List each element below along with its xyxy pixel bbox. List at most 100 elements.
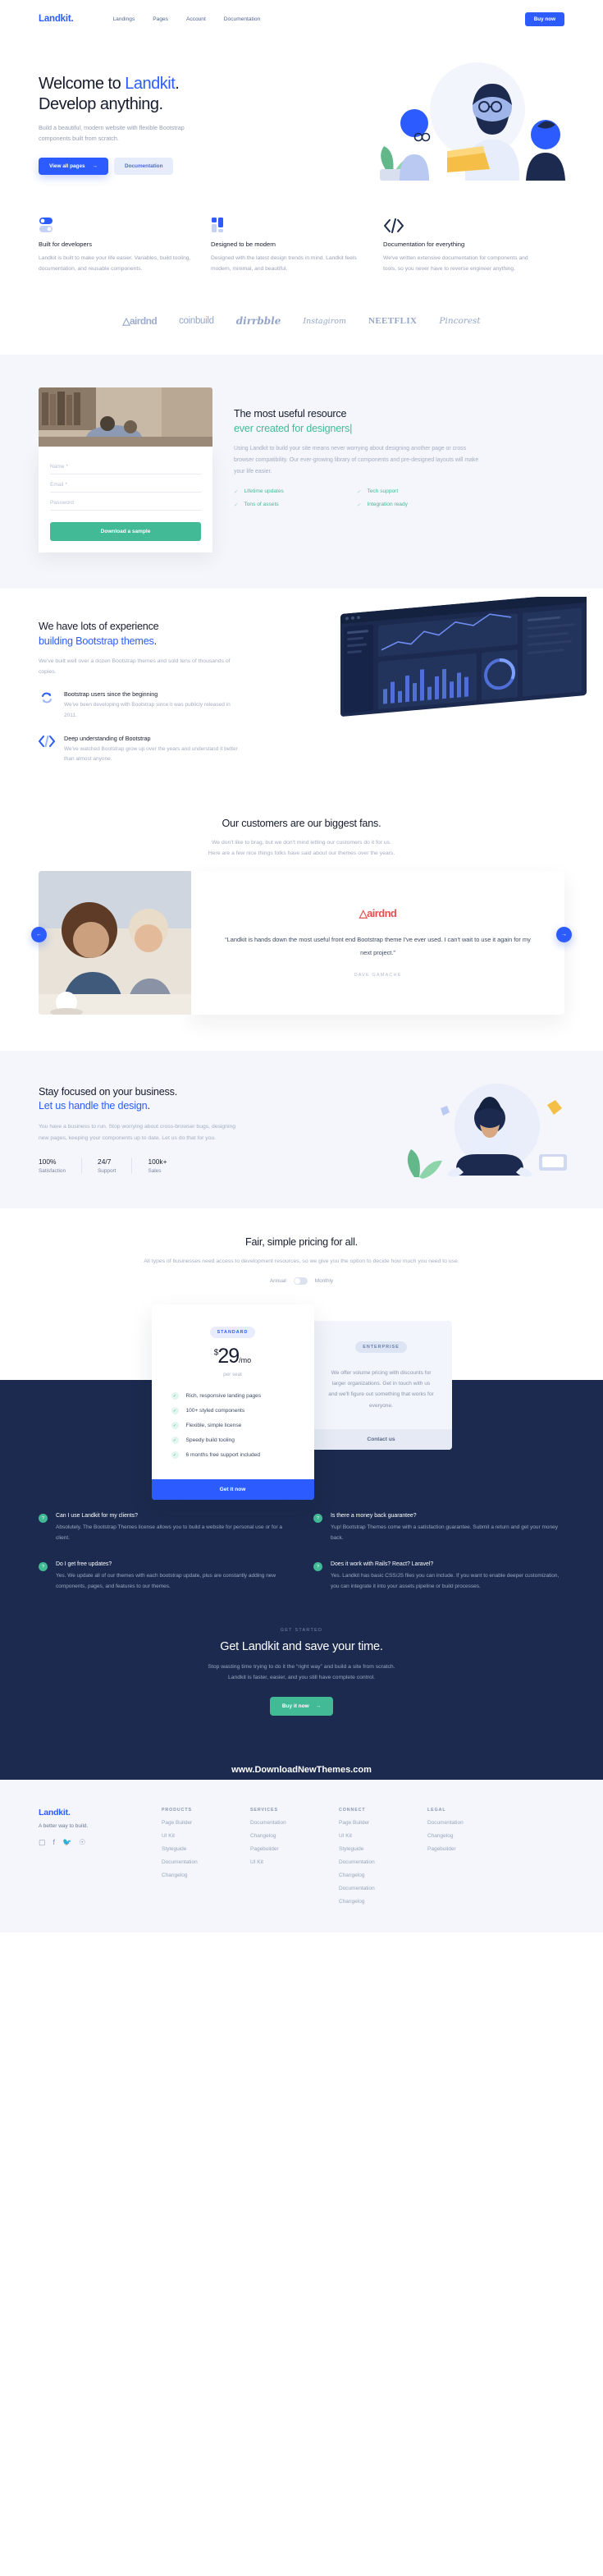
nav-link-documentation[interactable]: Documentation [224,16,260,22]
footer-link[interactable]: Documentation [339,1859,427,1865]
resource-check-list: ✓ Lifetime updates ✓ Tech support ✓ Tons of… [234,488,480,515]
stat-value: 24/7 [98,1157,112,1166]
pinterest-icon[interactable]: ☉ [79,1838,85,1847]
carousel-next-button[interactable]: → [556,926,572,942]
buy-it-now-button[interactable]: Buy it now → [269,1696,334,1716]
get-it-now-button[interactable]: Get it now [151,1479,314,1501]
check-icon: ✓ [234,488,239,495]
experience-item-title: Bootstrap users since the beginning [64,690,158,699]
footer-link[interactable]: Page Builder [339,1820,427,1826]
footer-link[interactable]: UI Kit [162,1833,250,1839]
experience-heading-line2: building Bootstrap themes [39,635,154,647]
contact-us-button[interactable]: Contact us [310,1428,452,1450]
footer-link[interactable]: Documentation [250,1820,339,1826]
experience-body: We've built well over a dozen Bootstrap … [39,658,231,676]
faq-grid: ? Can I use Landkit for my clients? Abso… [39,1513,564,1610]
check-icon: ✓ [171,1392,179,1400]
logo-pincorest: Pincorest [439,316,481,327]
name-field[interactable]: Name * [50,456,201,475]
feature-card-developers: Built for developers Landkit is built to… [39,215,193,274]
footer-link[interactable]: Documentation [427,1820,516,1826]
cta-body-line1: Stop wasting time trying to do it the “r… [208,1664,395,1671]
hero-section: Welcome to Landkit. Develop anything. Bu… [0,38,603,181]
check-item: ✓ Tons of assets [234,502,279,508]
footer-link[interactable]: Pagebuilder [427,1846,516,1852]
code-brackets-icon [39,735,55,765]
testimonials-heading: Our customers are our biggest fans. [222,818,381,830]
carousel-prev-button[interactable]: ← [31,926,47,942]
faq-item: ? Can I use Landkit for my clients? Abso… [39,1513,289,1543]
documentation-button[interactable]: Documentation [113,157,174,175]
stats-row: 100% Satisfaction 24/7 Support 100k+ Sal… [39,1157,232,1174]
price-amount: 29 [217,1345,240,1368]
page-root: Landkit. Landings Pages Account Document… [0,0,603,1932]
footer-link[interactable]: Styleguide [339,1846,427,1852]
footer-link[interactable]: UI Kit [339,1833,427,1839]
nav-link-landings[interactable]: Landings [113,16,135,22]
testimonials-subtitle-line2: Here are a few nice things folks have sa… [208,850,395,857]
focus-body: You have a business to run. Stop worryin… [39,1124,236,1141]
pricing-subtitle: All types of businesses need access to d… [144,1258,459,1264]
password-field[interactable]: Password [50,493,201,511]
feature-title: Built for developers [39,241,93,248]
focus-copy: Stay focused on your business. Let us ha… [0,1085,271,1174]
footer-link[interactable]: Documentation [162,1859,250,1865]
footer-link[interactable]: Changelog [427,1833,516,1839]
cta-heading: Get Landkit and save your time. [220,1640,383,1654]
question-mark-icon: ? [313,1562,322,1572]
footer-link[interactable]: Changelog [339,1899,427,1904]
hero-illustration [342,59,588,182]
footer-link[interactable]: Documentation [339,1886,427,1891]
billing-annual-label: Annual [269,1278,286,1285]
check-icon: ✓ [171,1422,179,1430]
footer-link[interactable]: Changelog [250,1833,339,1839]
client-logo-strip: △airdnd coinbuild dirrbble Instagirom NE… [0,302,603,355]
stat-support: 24/7 Support [98,1157,133,1174]
library-photo [39,387,212,447]
facebook-icon[interactable]: f [53,1838,56,1847]
footer-logo[interactable]: Landkit. [39,1808,162,1817]
brand-logo[interactable]: Landkit. [39,14,74,24]
view-all-pages-button[interactable]: View all pages → [39,157,108,175]
billing-toggle-switch[interactable] [293,1277,308,1286]
faq-item: ? Is there a money back guarantee? Yup! … [313,1513,564,1543]
focus-section: Stay focused on your business. Let us ha… [0,1050,603,1208]
stat-value: 100% [39,1157,57,1166]
buy-now-button[interactable]: Buy now [524,11,564,26]
footer-link[interactable]: Changelog [339,1872,427,1878]
logo-coinbuild: coinbuild [179,316,214,327]
twitter-icon[interactable]: 🐦 [62,1838,71,1847]
faq-answer: Yes. We update all of our themes with ea… [56,1573,276,1590]
check-icon: ✓ [357,502,362,508]
enterprise-copy: We offer volume pricing with discounts f… [328,1370,434,1409]
footer-link[interactable]: Styleguide [162,1846,250,1852]
footer-link[interactable]: Page Builder [162,1820,250,1826]
testimonials-section: Our customers are our biggest fans. We d… [0,795,603,1023]
hero-subtitle: Build a beautiful, modern website with f… [39,124,185,143]
download-sample-button[interactable]: Download a sample [50,522,201,542]
arrow-right-icon: → [315,1703,322,1709]
focus-heading: Stay focused on your business. Let us ha… [39,1085,178,1112]
instagram-icon[interactable]: ▢ [39,1838,46,1847]
nav-link-pages[interactable]: Pages [153,16,168,22]
check-item: ✓ Integration ready [357,502,408,508]
testimonials-subtitle: We don't like to brag, but we don't mind… [0,837,603,859]
footer-link[interactable]: Changelog [162,1872,250,1878]
final-cta: GET STARTED Get Landkit and save your ti… [39,1610,564,1747]
check-icon: ✓ [357,488,362,495]
feature-body: Landkit is built to make your life easie… [39,255,191,273]
plan-feature: ✓ Speedy build tooling [171,1437,295,1445]
cta-eyebrow: GET STARTED [280,1628,323,1634]
question-mark-icon: ? [313,1514,322,1524]
testimonial-quote: “Landkit is hands down the most useful f… [225,936,531,956]
email-field[interactable]: Email * [50,474,201,493]
footer-link[interactable]: Pagebuilder [250,1846,339,1852]
footer-link[interactable]: UI Kit [250,1859,339,1865]
hero-title-part1: Welcome to [39,75,126,93]
experience-item-body: We've been developing with Bootstrap sin… [64,702,231,719]
footer-column-title: SERVICES [250,1807,278,1813]
nav-link-account[interactable]: Account [186,16,206,22]
footer-column-title: PRODUCTS [162,1807,192,1813]
signup-card: Name * Email * Password Download a sampl… [39,387,212,553]
feature-body: We've written extensive documentation fo… [383,255,528,273]
